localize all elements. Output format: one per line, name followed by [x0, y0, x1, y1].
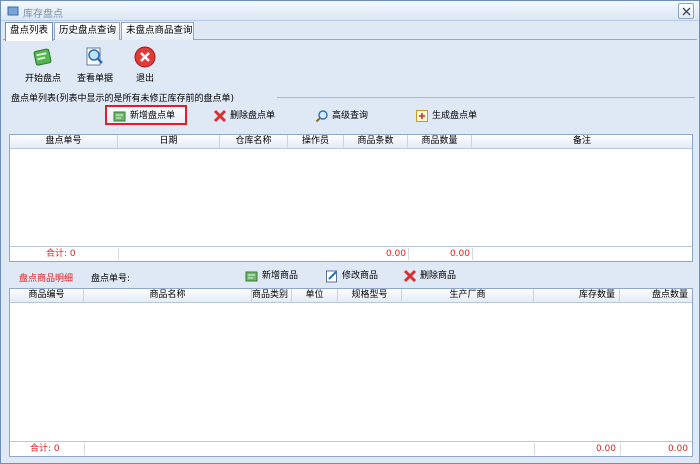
delete-icon: [213, 109, 227, 123]
generate-count-sheet-label: 生成盘点单: [432, 111, 478, 121]
view-document-label: 查看单据: [76, 74, 113, 84]
close-button[interactable]: [678, 3, 694, 19]
exit-button[interactable]: 退出: [129, 45, 161, 87]
list-section-label: 盘点单列表(列表中显示的是所有未修正库存前的盘点单): [11, 94, 235, 104]
delete-goods-label: 删除商品: [420, 271, 457, 281]
start-count-icon: [31, 45, 55, 69]
advanced-search-button[interactable]: 高级查询: [315, 107, 368, 127]
count-sheet-grid[interactable]: 盘点单号 日期 仓库名称 操作员 商品条数 商品数量 备注 合计: 0 0.00…: [9, 134, 693, 262]
list-items-total: 0.00: [385, 249, 406, 259]
view-document-button[interactable]: 查看单据: [73, 45, 117, 87]
list-total-label: 合计: 0: [46, 249, 76, 259]
start-count-label: 开始盘点: [24, 74, 61, 84]
count-sheet-grid-footer: 合计: 0 0.00 0.00: [10, 246, 692, 261]
footer-divider: [118, 248, 119, 260]
add-sheet-icon: [113, 109, 127, 123]
edit-icon: [325, 269, 339, 283]
detail-section-title: 盘点商品明细: [19, 274, 74, 284]
generate-count-sheet-button[interactable]: 生成盘点单: [415, 107, 477, 127]
count-goods-grid-footer: 合计: 0 0.00 0.00: [10, 441, 692, 456]
count-sheet-grid-header: 盘点单号 日期 仓库名称 操作员 商品条数 商品数量 备注: [10, 135, 692, 149]
column-header[interactable]: 操作员: [288, 135, 344, 149]
magnifier-document-icon: [83, 45, 107, 69]
column-header[interactable]: 商品数量: [408, 135, 472, 149]
column-header[interactable]: 生产厂商: [402, 289, 534, 303]
footer-divider: [472, 248, 473, 260]
search-icon: [315, 109, 329, 123]
detail-total-label: 合计: 0: [30, 444, 60, 454]
column-header[interactable]: 盘点单号: [10, 135, 118, 149]
column-header[interactable]: 商品条数: [344, 135, 408, 149]
footer-divider: [84, 443, 85, 455]
add-count-sheet-button[interactable]: 新增盘点单: [105, 105, 187, 125]
delete-count-sheet-label: 删除盘点单: [230, 111, 276, 121]
count-goods-grid-header: 商品编号 商品名称 商品类别 单位 规格型号 生产厂商 库存数量 盘点数量: [10, 289, 692, 303]
window-title: 库存盘点: [23, 9, 63, 20]
column-header[interactable]: 日期: [118, 135, 220, 149]
advanced-search-label: 高级查询: [332, 111, 369, 121]
column-header[interactable]: 商品名称: [84, 289, 252, 303]
start-count-button[interactable]: 开始盘点: [21, 45, 65, 87]
list-qty-total: 0.00: [449, 249, 470, 259]
delete-count-sheet-button[interactable]: 删除盘点单: [213, 107, 275, 127]
tab-inventory-list[interactable]: 盘点列表: [5, 22, 53, 41]
count-sheet-code-label: 盘点单号:: [91, 274, 131, 284]
edit-goods-button[interactable]: 修改商品: [325, 267, 378, 287]
column-header[interactable]: 备注: [472, 135, 692, 149]
list-section-divider: [277, 97, 695, 98]
add-goods-button[interactable]: 新增商品: [245, 267, 298, 287]
column-header[interactable]: 库存数量: [534, 289, 620, 303]
column-header[interactable]: 商品编号: [10, 289, 84, 303]
column-header[interactable]: 规格型号: [338, 289, 402, 303]
detail-stock-total: 0.00: [595, 444, 616, 454]
column-header[interactable]: 单位: [292, 289, 338, 303]
window-app-icon: [7, 5, 19, 17]
exit-label: 退出: [135, 74, 154, 84]
close-icon: [682, 7, 691, 16]
detail-count-total: 0.00: [667, 444, 688, 454]
inventory-window: 库存盘点 盘点列表 历史盘点查询 未盘点商品查询 开始盘点 查看单据 退出 盘点…: [0, 0, 700, 464]
generate-sheet-icon: [415, 109, 429, 123]
add-goods-icon: [245, 269, 259, 283]
tab-unchecked-goods[interactable]: 未盘点商品查询: [121, 22, 194, 40]
count-goods-grid[interactable]: 商品编号 商品名称 商品类别 单位 规格型号 生产厂商 库存数量 盘点数量 合计…: [9, 288, 693, 457]
tab-history-query[interactable]: 历史盘点查询: [54, 22, 120, 40]
edit-goods-label: 修改商品: [342, 271, 379, 281]
exit-icon: [133, 45, 157, 69]
column-header[interactable]: 盘点数量: [620, 289, 692, 303]
delete-goods-button[interactable]: 删除商品: [403, 267, 456, 287]
delete-icon: [403, 269, 417, 283]
add-goods-label: 新增商品: [262, 271, 299, 281]
add-count-sheet-label: 新增盘点单: [130, 111, 176, 121]
title-bar: 库存盘点: [1, 1, 699, 21]
column-header[interactable]: 商品类别: [252, 289, 292, 303]
column-header[interactable]: 仓库名称: [220, 135, 288, 149]
